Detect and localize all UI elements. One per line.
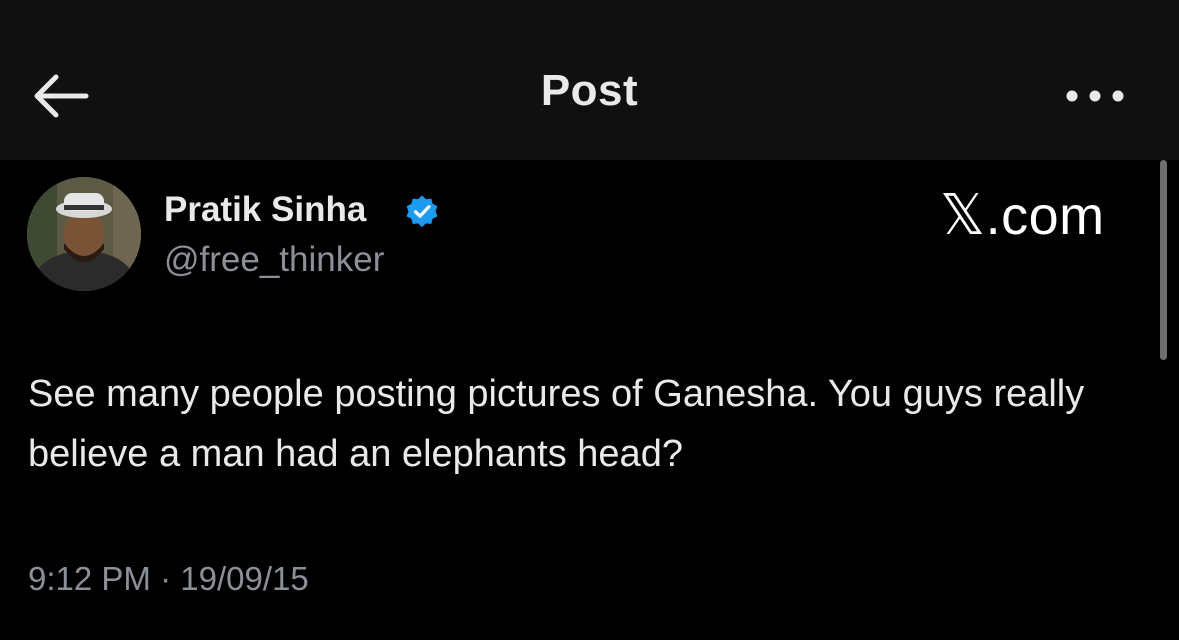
more-horizontal-icon	[1066, 90, 1124, 102]
author-name[interactable]: Pratik Sinha	[164, 190, 366, 230]
post-date: 19/09/15	[180, 560, 309, 597]
meta-separator: ·	[150, 560, 181, 597]
page-title: Post	[540, 66, 639, 115]
profile-photo-icon	[27, 177, 141, 291]
scrollbar[interactable]	[1160, 160, 1167, 360]
post-text: See many people posting pictures of Gane…	[28, 373, 1085, 475]
post-time: 9:12 PM	[28, 560, 151, 597]
post-screen: Post Pratik Sinha @free_thinker �	[0, 0, 1179, 640]
watermark-suffix: .com	[985, 186, 1105, 246]
avatar[interactable]	[27, 177, 141, 291]
author-handle[interactable]: @free_thinker	[164, 240, 384, 280]
more-options-button[interactable]	[1060, 82, 1130, 110]
x-com-watermark: 𝕏.com	[940, 183, 1105, 248]
verified-badge-icon	[406, 195, 438, 228]
top-navigation-bar: Post	[0, 0, 1179, 160]
x-logo-icon: 𝕏	[940, 183, 986, 248]
post-timestamp[interactable]: 9:12 PM · 19/09/15	[28, 560, 309, 598]
